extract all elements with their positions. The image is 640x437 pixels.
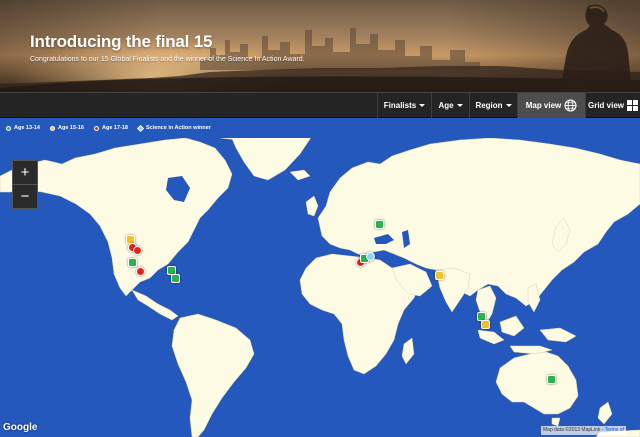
map-view-button[interactable]: Map view [517, 93, 585, 118]
chevron-down-icon [456, 104, 463, 107]
marker-turkey-2[interactable] [366, 252, 375, 261]
legend-swatch [94, 125, 99, 131]
marker-india[interactable] [435, 271, 444, 280]
marker-singapore-2[interactable] [481, 320, 490, 329]
region-dropdown[interactable]: Region [469, 93, 517, 118]
legend-label: Age 15-16 [58, 125, 84, 131]
diamond-icon [136, 124, 145, 132]
legend-item-age-13-14: Age 13-14 [6, 125, 40, 131]
legend-item-age-17-18: Age 17-18 [94, 125, 128, 131]
marker-oregon-2[interactable] [133, 246, 142, 255]
legend-swatch [50, 125, 55, 131]
attribution-text: Map data ©2013 MapLink - [543, 427, 605, 433]
marker-russia[interactable] [375, 220, 384, 229]
finalists-label: Finalists [383, 101, 417, 110]
google-logo: Google [3, 422, 38, 433]
marker-california-2[interactable] [136, 267, 145, 276]
globe-icon [564, 99, 577, 112]
map-attribution: Map data ©2013 MapLink - Terms of [541, 426, 626, 435]
page-title: Introducing the final 15 [30, 32, 213, 51]
marker-australia[interactable] [547, 375, 556, 384]
terms-link[interactable]: Terms of [605, 427, 624, 433]
grid-icon [627, 100, 638, 111]
legend-label: Science in Action winner [146, 125, 211, 131]
age-label: Age [438, 101, 454, 110]
zoom-controls: + − [12, 160, 38, 209]
grid-view-label: Grid view [587, 101, 624, 110]
grid-view-button[interactable]: Grid view [585, 93, 640, 118]
zoom-in-button[interactable]: + [13, 161, 37, 184]
legend-label: Age 17-18 [102, 125, 128, 131]
age-dropdown[interactable]: Age [431, 93, 469, 118]
legend-item-age-15-16: Age 15-16 [50, 125, 84, 131]
world-map[interactable] [0, 118, 640, 437]
legend-item-science-in-action: Science in Action winner [136, 124, 211, 132]
map-legend: Age 13-14 Age 15-16 Age 17-18 Science in… [0, 118, 640, 138]
legend-label: Age 13-14 [14, 125, 40, 131]
zoom-out-button[interactable]: − [13, 184, 37, 208]
map-view-label: Map view [525, 101, 562, 110]
hero-banner: Introducing the final 15 Congratulations… [0, 0, 640, 92]
marker-us-east-2[interactable] [171, 274, 180, 283]
chevron-down-icon [505, 104, 512, 107]
world-landmass [0, 121, 640, 437]
filter-toolbar: Finalists Age Region Map view Grid view [0, 92, 640, 118]
chevron-down-icon [419, 104, 426, 107]
region-label: Region [475, 101, 503, 110]
finalists-dropdown[interactable]: Finalists [377, 93, 431, 118]
marker-california-1[interactable] [128, 258, 137, 267]
legend-swatch [6, 125, 11, 131]
page-subtitle: Congratulations to our 15 Global Finalis… [30, 56, 305, 63]
